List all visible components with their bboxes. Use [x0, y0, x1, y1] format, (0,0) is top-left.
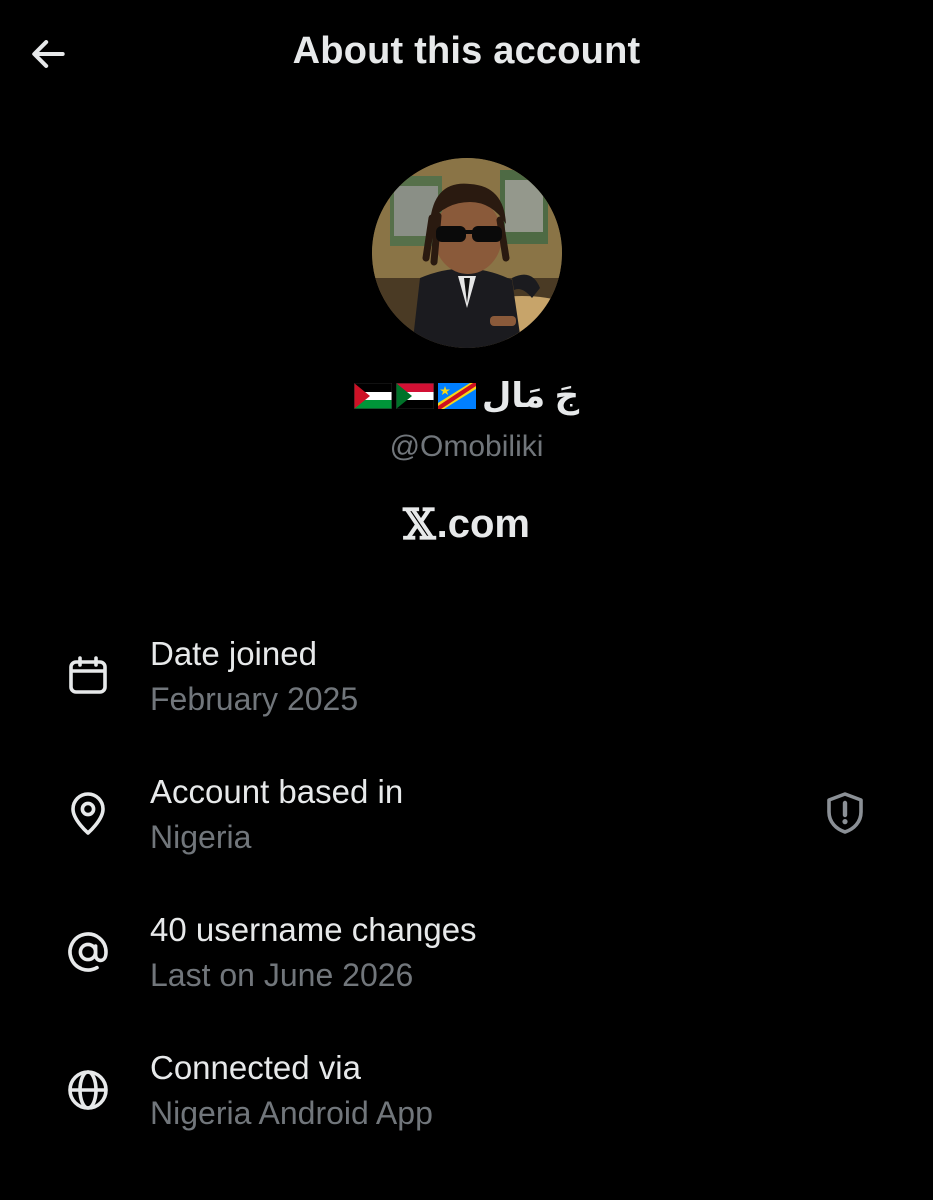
shield-alert-icon [827, 792, 863, 834]
display-name-text: جَ مَال [481, 377, 580, 415]
info-text: Connected via Nigeria Android App [150, 1048, 433, 1134]
site-name: 𝕏 .com [0, 500, 933, 549]
username-handle: @Omobiliki [389, 430, 544, 463]
info-title: Account based in [150, 773, 404, 810]
info-value: Nigeria Android App [150, 1095, 433, 1131]
info-row-username-changes: 40 username changes Last on June 2026 [0, 904, 933, 1042]
info-row-connected-via: Connected via Nigeria Android App [0, 1042, 933, 1180]
palestine-flag [353, 383, 392, 409]
page-title: About this account [292, 30, 641, 72]
calendar-icon [62, 650, 114, 702]
info-text: Account based in Nigeria [150, 772, 403, 858]
info-value: Last on June 2026 [150, 957, 414, 993]
dr-congo-flag [437, 383, 476, 409]
avatar-image [372, 158, 562, 348]
info-title: Connected via [150, 1049, 361, 1086]
top-app-bar: About this account [0, 0, 933, 110]
info-row-account-based-in: Account based in Nigeria [0, 766, 933, 904]
flag-emojis [353, 383, 476, 409]
sudan-flag [395, 383, 434, 409]
site-suffix: .com [436, 502, 530, 546]
display-name: جَ مَال [0, 376, 933, 416]
shield-alert-button[interactable] [820, 788, 870, 838]
info-text: Date joined February 2025 [150, 634, 358, 720]
info-row-date-joined: Date joined February 2025 [0, 628, 933, 766]
globe-icon [62, 1064, 114, 1116]
info-value: February 2025 [150, 681, 359, 717]
x-logo: 𝕏 [403, 500, 436, 549]
info-title: Date joined [150, 635, 317, 672]
location-pin-icon [62, 788, 114, 840]
info-text: 40 username changes Last on June 2026 [150, 910, 477, 996]
at-sign-icon [62, 926, 114, 978]
info-title: 40 username changes [150, 911, 477, 948]
account-info-list: Date joined February 2025 Account based … [0, 628, 933, 1180]
avatar[interactable] [372, 158, 562, 348]
info-value: Nigeria [150, 819, 252, 855]
